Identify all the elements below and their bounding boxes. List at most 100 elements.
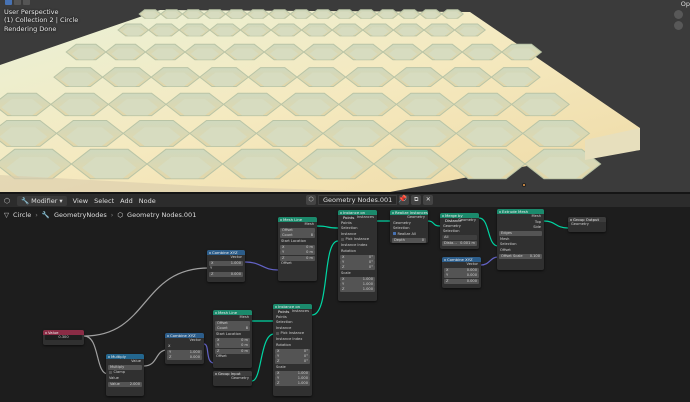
duplicate-icon[interactable]: ⧉ bbox=[411, 195, 422, 205]
link-combine3-extrude bbox=[480, 256, 499, 266]
mode-dropdown[interactable]: Edges bbox=[499, 231, 542, 237]
breadcrumb-modifier[interactable]: GeometryNodes bbox=[54, 211, 107, 219]
output-socket-label: Geometry bbox=[231, 376, 249, 380]
link-value-multiply bbox=[83, 335, 109, 375]
close-icon[interactable]: ✕ bbox=[423, 195, 434, 205]
y-field[interactable]: Y 1.000 bbox=[167, 349, 202, 355]
wrench-icon: 🔧 bbox=[21, 196, 30, 205]
x-field[interactable]: X0 m bbox=[215, 337, 250, 343]
multiply-node[interactable]: Multiply Value Multiply Clamp Value Valu… bbox=[106, 354, 144, 396]
mode-dropdown[interactable]: All bbox=[442, 235, 477, 241]
instance-on-points-node[interactable]: Instance on Points Instances Points Sele… bbox=[273, 304, 312, 396]
distance-field[interactable]: Dista… 0.001 m bbox=[442, 240, 477, 246]
viewport-info: User Perspective (1) Collection 2 | Circ… bbox=[4, 8, 78, 33]
menu-select[interactable]: Select bbox=[91, 197, 117, 205]
count-field[interactable]: Count 8 bbox=[215, 326, 250, 332]
select-circle-icon[interactable] bbox=[14, 0, 21, 5]
x-socket: X bbox=[168, 343, 171, 348]
rotation-z-field[interactable]: Z 0° bbox=[275, 359, 310, 365]
context-label: Modifier bbox=[31, 196, 58, 205]
link-extrude-groupoutput bbox=[543, 220, 569, 229]
value-field[interactable]: Value 2.000 bbox=[108, 381, 142, 387]
realize-instances-node[interactable]: Realize Instances Geometry Geometry Sele… bbox=[390, 210, 428, 243]
x-field[interactable]: X 0.000 bbox=[444, 267, 479, 273]
y-field[interactable]: Y0 m bbox=[280, 250, 315, 256]
offset-scale-field[interactable]: Offset Scale 0.100 bbox=[499, 253, 542, 259]
z-field[interactable]: Z0 m bbox=[280, 255, 315, 261]
group-output-node[interactable]: Group Output Geometry bbox=[568, 217, 606, 232]
active-collection: (1) Collection 2 | Circle bbox=[4, 16, 79, 25]
x-field[interactable]: X0 m bbox=[280, 244, 315, 250]
3d-viewport[interactable]: User Perspective (1) Collection 2 | Circ… bbox=[0, 0, 690, 192]
input-socket-label: Value bbox=[109, 375, 119, 380]
scale-label: Scale bbox=[276, 364, 286, 369]
scale-z-field[interactable]: Z 1.000 bbox=[275, 381, 310, 387]
rotation-x-field[interactable]: X 0° bbox=[275, 348, 310, 354]
mode-dropdown[interactable]: Offset bbox=[215, 320, 250, 326]
rotation-y-field[interactable]: Y 0° bbox=[275, 353, 310, 359]
link-meshline1-inst1 bbox=[316, 225, 339, 229]
rotation-z-field[interactable]: Z 0° bbox=[340, 265, 375, 271]
navigation-gizmo[interactable] bbox=[674, 10, 686, 40]
z-field[interactable]: Z0 m bbox=[215, 348, 250, 354]
menu-view[interactable]: View bbox=[70, 197, 91, 205]
rotation-y-field[interactable]: Y 0° bbox=[340, 259, 375, 265]
combine-xyz-node[interactable]: Combine XYZ Vector X 1.000 Y Z 0.000 bbox=[207, 250, 245, 282]
z-field[interactable]: Z 0.000 bbox=[444, 278, 479, 284]
z-field[interactable]: Z 0.000 bbox=[167, 354, 202, 360]
mesh-line-node[interactable]: Mesh Line Mesh Offset Count 8 Start Locat… bbox=[278, 217, 317, 281]
node-tree-name[interactable]: Geometry Nodes.001 bbox=[318, 195, 398, 205]
select-box-icon[interactable] bbox=[5, 0, 12, 5]
link-realize-merge bbox=[427, 220, 441, 227]
scale-x-field[interactable]: X 1.000 bbox=[340, 276, 375, 282]
breadcrumb: ▽ Circle › 🔧 GeometryNodes › ⬡ Geometry … bbox=[4, 211, 196, 219]
value-field[interactable]: 0.300 bbox=[45, 335, 82, 341]
pan-hand-icon[interactable] bbox=[674, 21, 683, 30]
viewport-toolbar[interactable] bbox=[5, 0, 30, 5]
start-location-label: Start Location bbox=[281, 238, 307, 243]
link-combine1-meshline1 bbox=[244, 261, 279, 271]
count-field[interactable]: Count 8 bbox=[280, 233, 315, 239]
node-tree-icon[interactable]: ⬡ bbox=[306, 195, 316, 205]
scale-x-field[interactable]: X 1.000 bbox=[275, 370, 310, 376]
scale-y-field[interactable]: Y 1.000 bbox=[340, 282, 375, 288]
select-lasso-icon[interactable] bbox=[23, 0, 30, 5]
scale-z-field[interactable]: Z 1.000 bbox=[340, 287, 375, 293]
z-field[interactable]: Z 0.000 bbox=[209, 272, 243, 278]
pin-icon[interactable]: 📌 bbox=[398, 195, 407, 203]
mesh-line-node[interactable]: Mesh Line Mesh Offset Count 8 Start Locat… bbox=[213, 310, 252, 368]
offset-socket: Offset bbox=[216, 353, 227, 358]
zoom-icon[interactable] bbox=[674, 10, 683, 19]
rotation-x-field[interactable]: X 0° bbox=[340, 254, 375, 260]
realize-all-checkbox[interactable]: Realize All bbox=[390, 232, 428, 238]
operation-dropdown[interactable]: Multiply bbox=[108, 364, 142, 370]
output-socket-label: Mesh bbox=[239, 315, 249, 319]
breadcrumb-tree[interactable]: Geometry Nodes.001 bbox=[127, 211, 196, 219]
x-field[interactable]: X 1.000 bbox=[209, 260, 243, 266]
render-status: Rendering Done bbox=[4, 24, 57, 33]
y-field[interactable]: Y0 m bbox=[215, 343, 250, 349]
node-editor-canvas[interactable]: ▽ Circle › 🔧 GeometryNodes › ⬡ Geometry … bbox=[0, 207, 690, 402]
node-title: Value bbox=[43, 330, 84, 335]
extrude-mesh-node[interactable]: Extrude Mesh Mesh Top Side Edges Mesh Se… bbox=[497, 209, 544, 270]
scale-y-field[interactable]: Y 1.000 bbox=[275, 376, 310, 382]
output-socket-label: Value bbox=[131, 359, 141, 363]
depth-field[interactable]: Depth 0 bbox=[392, 237, 426, 243]
mode-dropdown[interactable]: Offset bbox=[280, 227, 315, 233]
value-node[interactable]: Value 0.300 bbox=[43, 330, 84, 345]
node-editor-icon[interactable]: ⬡ bbox=[0, 197, 14, 205]
context-selector[interactable]: 🔧 Modifier ▾ bbox=[17, 195, 67, 206]
combine-xyz-node[interactable]: Combine XYZ Vector X 0.000 Y 0.000 Z 0.000 bbox=[442, 257, 481, 288]
menu-node[interactable]: Node bbox=[136, 197, 159, 205]
group-input-node[interactable]: Group Input Geometry bbox=[213, 371, 252, 386]
object-origin-dot bbox=[522, 183, 526, 187]
viewport-options-label[interactable]: Op bbox=[681, 0, 690, 8]
node-tree-selector[interactable]: ⬡ Geometry Nodes.001 ⛉ ⧉ ✕ bbox=[306, 195, 434, 205]
instance-on-points-node[interactable]: Instance on Points Instances Points Sele… bbox=[338, 210, 377, 301]
breadcrumb-object[interactable]: Circle bbox=[13, 211, 31, 219]
combine-xyz-node[interactable]: Combine XYZ Vector X Y 1.000 Z 0.000 bbox=[165, 333, 204, 364]
menu-add[interactable]: Add bbox=[117, 197, 136, 205]
merge-by-distance-node[interactable]: Merge by Distance Geometry Geometry Sele… bbox=[440, 213, 479, 249]
start-location-label: Start Location bbox=[216, 331, 242, 336]
y-field[interactable]: Y 0.000 bbox=[444, 273, 479, 279]
